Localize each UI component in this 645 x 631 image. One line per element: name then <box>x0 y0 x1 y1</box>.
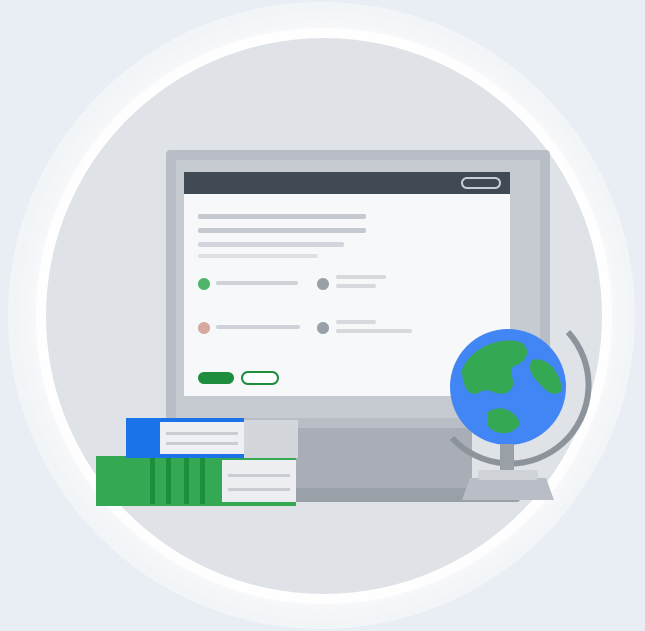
book-stack-icon <box>96 418 298 506</box>
green-book-pages <box>222 460 296 502</box>
globe-stem <box>500 444 514 470</box>
option-neutral-icon <box>317 278 329 290</box>
illustration-stage <box>0 0 645 631</box>
option-text <box>336 320 376 324</box>
question-line <box>198 228 366 233</box>
green-book-stripe <box>184 458 189 504</box>
blue-book-page-line <box>166 442 238 445</box>
globe-base-top <box>478 470 538 480</box>
green-book-stripe <box>200 458 205 504</box>
blue-book-page-line <box>166 432 238 435</box>
grey-book <box>244 420 298 458</box>
illustration-art <box>96 150 592 506</box>
globe-base <box>462 478 554 500</box>
submit-button-shape <box>198 372 234 384</box>
option-text <box>336 329 412 333</box>
monitor-stand <box>296 428 472 492</box>
question-line <box>198 242 344 247</box>
question-line <box>198 254 318 258</box>
option-text <box>216 281 298 285</box>
green-book-stripe <box>166 458 171 504</box>
blue-book-pages <box>160 422 244 454</box>
green-book-page-line <box>228 488 290 491</box>
option-text <box>336 275 386 279</box>
option-text <box>216 325 300 329</box>
outline-button-shape <box>241 371 279 385</box>
question-line <box>198 214 366 219</box>
option-text <box>336 284 376 288</box>
green-book-stripe <box>150 458 155 504</box>
option-neutral-icon <box>317 322 329 334</box>
option-incorrect-icon <box>198 322 210 334</box>
option-correct-icon <box>198 278 210 290</box>
green-book-page-line <box>228 474 290 477</box>
